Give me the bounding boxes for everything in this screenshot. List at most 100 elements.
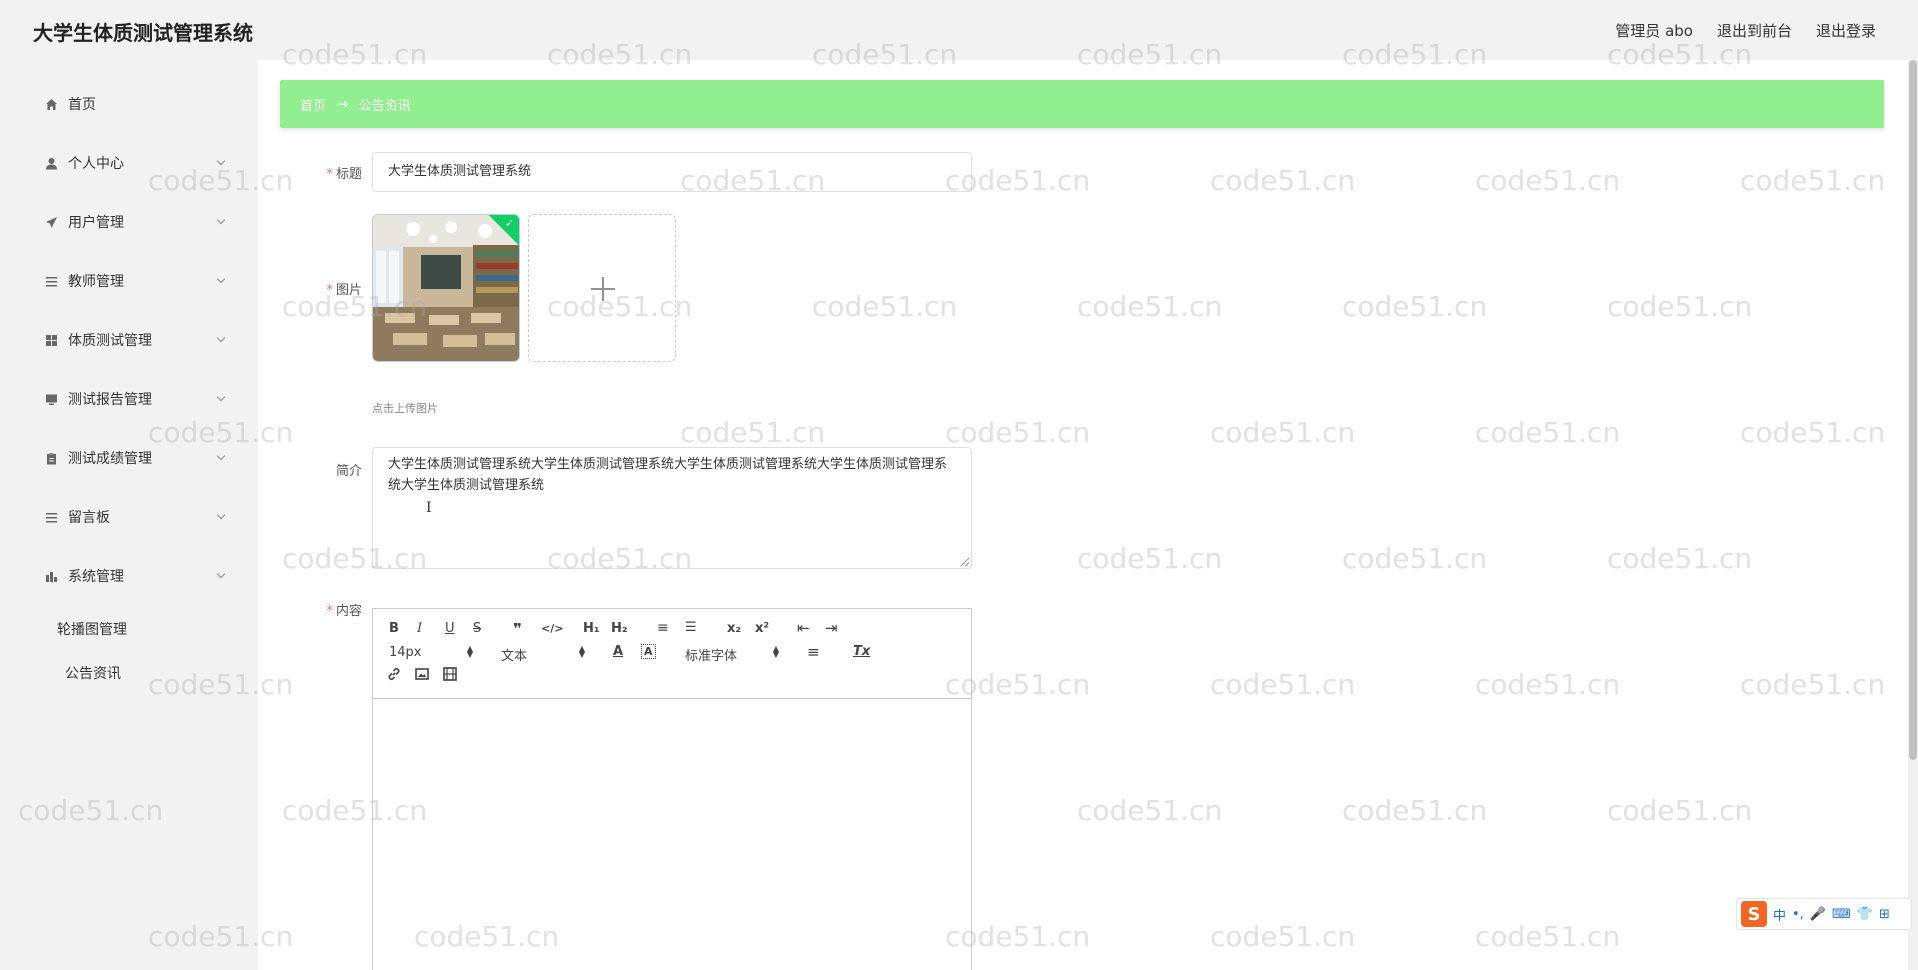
chevron-down-icon [216, 274, 226, 284]
ime-punctuation-toggle[interactable]: •, [1792, 907, 1804, 922]
intro-textarea[interactable]: 大学生体质测试管理系统大学生体质测试管理系统大学生体质测试管理系统大学生体质测试… [372, 447, 972, 569]
subscript-button[interactable]: x₂ [727, 621, 741, 636]
insert-video-button[interactable] [443, 667, 457, 685]
sidebar-item-label: 个人中心 [68, 156, 124, 172]
indent-button[interactable]: ⇥ [825, 619, 838, 637]
heading1-button[interactable]: H₁ [583, 621, 600, 636]
sidebar-item-label: 系统管理 [68, 569, 124, 585]
insert-image-button[interactable] [415, 667, 429, 685]
bullet-list-button[interactable]: ☰ [685, 620, 697, 635]
select-arrows-icon: ▲ ▼ [772, 644, 779, 659]
ime-toolbar: S 中 •, 🎤 ⌨ 👕 ⊞ [1736, 898, 1912, 930]
sidebar-subitem-announcements[interactable]: 公告资讯 [65, 663, 121, 683]
plus-icon-vertical [602, 277, 604, 301]
required-mark: * [326, 604, 333, 619]
check-icon: ✓ [504, 217, 514, 230]
sidebar-item-message-board[interactable]: 留言板 [44, 503, 226, 531]
background-color-button[interactable]: A [641, 644, 656, 659]
select-arrows-icon: ▲ ▼ [466, 644, 473, 659]
breadcrumb-home[interactable]: 首页 [300, 95, 326, 114]
superscript-button[interactable]: x² [755, 621, 769, 636]
breadcrumb: 首页 → 公告资讯 [280, 80, 1884, 128]
font-color-button[interactable]: A [613, 644, 623, 659]
list-icon [44, 274, 58, 288]
video-icon [443, 667, 457, 681]
image-icon [415, 668, 429, 680]
admin-user-label[interactable]: 管理员 abo [1615, 20, 1693, 41]
italic-button[interactable]: I [417, 621, 422, 636]
intro-label: 简介 [335, 464, 362, 479]
sidebar-item-test-report-management[interactable]: 测试报告管理 [44, 385, 226, 413]
text-type-select[interactable]: 文本 ▲ ▼ [501, 644, 585, 665]
sidebar-item-label: 体质测试管理 [68, 333, 152, 349]
image-upload-button[interactable] [528, 214, 676, 362]
editor-content-area[interactable] [373, 699, 971, 970]
list-icon [44, 510, 58, 524]
sogou-logo-icon[interactable]: S [1741, 901, 1767, 927]
sidebar-item-teacher-management[interactable]: 教师管理 [44, 267, 226, 295]
image-label: * 图片 [326, 283, 362, 298]
sidebar-item-user-management[interactable]: 用户管理 [44, 208, 226, 236]
sidebar-item-label: 测试报告管理 [68, 392, 152, 408]
chevron-down-icon [216, 510, 226, 520]
link-button[interactable] [387, 667, 401, 685]
sidebar-item-label: 用户管理 [68, 215, 124, 231]
sidebar-item-fitness-test-management[interactable]: 体质测试管理 [44, 326, 226, 354]
top-header: 大学生体质测试管理系统 管理员 abo 退出到前台 退出登录 [0, 0, 1918, 60]
keyboard-icon[interactable]: ⌨ [1832, 907, 1851, 922]
sidebar-item-system-management[interactable]: 系统管理 [44, 562, 226, 590]
clear-format-button[interactable]: Tx [853, 644, 870, 659]
sidebar-subitem-carousel-management[interactable]: 轮播图管理 [57, 619, 127, 639]
scrollbar-thumb[interactable] [1909, 60, 1917, 760]
grid-menu-icon[interactable]: ⊞ [1879, 907, 1890, 922]
vertical-scrollbar[interactable] [1908, 60, 1918, 970]
link-icon [388, 667, 400, 681]
breadcrumb-arrow-icon: → [336, 95, 349, 113]
content-label: * 内容 [326, 604, 362, 619]
ordered-list-button[interactable]: ≡ [657, 620, 669, 636]
sidebar: 首页 个人中心 用户管理 教师管理 体质测试管理 测试报告管理 测试成绩管理 留… [0, 60, 258, 970]
sidebar-item-label: 教师管理 [68, 274, 124, 290]
sidebar-item-label: 留言板 [68, 510, 110, 526]
exit-to-frontend-link[interactable]: 退出到前台 [1717, 20, 1792, 41]
title-label: * 标题 [326, 167, 362, 182]
sidebar-item-label: 首页 [68, 97, 96, 113]
upload-hint: 点击上传图片 [372, 402, 438, 415]
sidebar-item-home[interactable]: 首页 [44, 90, 224, 118]
clipboard-icon [44, 451, 58, 465]
chart-icon [44, 569, 58, 583]
send-icon [44, 215, 58, 229]
bold-button[interactable]: B [389, 621, 399, 636]
strikethrough-button[interactable]: S [473, 621, 481, 636]
intro-text: 大学生体质测试管理系统大学生体质测试管理系统大学生体质测试管理系统大学生体质测试… [388, 457, 948, 493]
required-mark: * [326, 167, 333, 182]
chevron-down-icon [216, 156, 226, 166]
resize-handle-icon[interactable] [960, 557, 969, 566]
logout-link[interactable]: 退出登录 [1816, 20, 1876, 41]
microphone-icon[interactable]: 🎤 [1810, 907, 1826, 922]
rich-text-editor: B I U S ❞ </> H₁ H₂ ≡ ☰ x₂ x² ⇤ ⇥ 14px ▲… [372, 608, 972, 970]
font-size-select[interactable]: 14px ▲ ▼ [389, 644, 473, 661]
title-input[interactable]: 大学生体质测试管理系统 [372, 152, 972, 192]
code-block-button[interactable]: </> [541, 622, 563, 635]
align-button[interactable]: ≡ [807, 643, 820, 661]
skin-icon[interactable]: 👕 [1857, 907, 1873, 922]
ime-language-toggle[interactable]: 中 [1773, 905, 1786, 924]
sidebar-item-test-score-management[interactable]: 测试成绩管理 [44, 444, 226, 472]
underline-button[interactable]: U [445, 621, 455, 636]
outdent-button[interactable]: ⇤ [797, 619, 810, 637]
classroom-photo [373, 215, 519, 361]
select-arrows-icon: ▲ ▼ [578, 644, 585, 659]
sidebar-item-label: 测试成绩管理 [68, 451, 152, 467]
monitor-icon [44, 392, 58, 406]
sidebar-item-personal-center[interactable]: 个人中心 [44, 149, 226, 177]
user-icon [44, 156, 58, 170]
blockquote-button[interactable]: ❞ [513, 620, 522, 638]
uploaded-image-thumbnail[interactable]: ✓ [372, 214, 520, 362]
app-title: 大学生体质测试管理系统 [33, 21, 253, 45]
chevron-down-icon [216, 451, 226, 461]
font-family-select[interactable]: 标准字体 ▲ ▼ [685, 644, 779, 665]
breadcrumb-current: 公告资讯 [358, 98, 411, 114]
heading2-button[interactable]: H₂ [611, 621, 628, 636]
editor-toolbar: B I U S ❞ </> H₁ H₂ ≡ ☰ x₂ x² ⇤ ⇥ 14px ▲… [373, 609, 971, 699]
